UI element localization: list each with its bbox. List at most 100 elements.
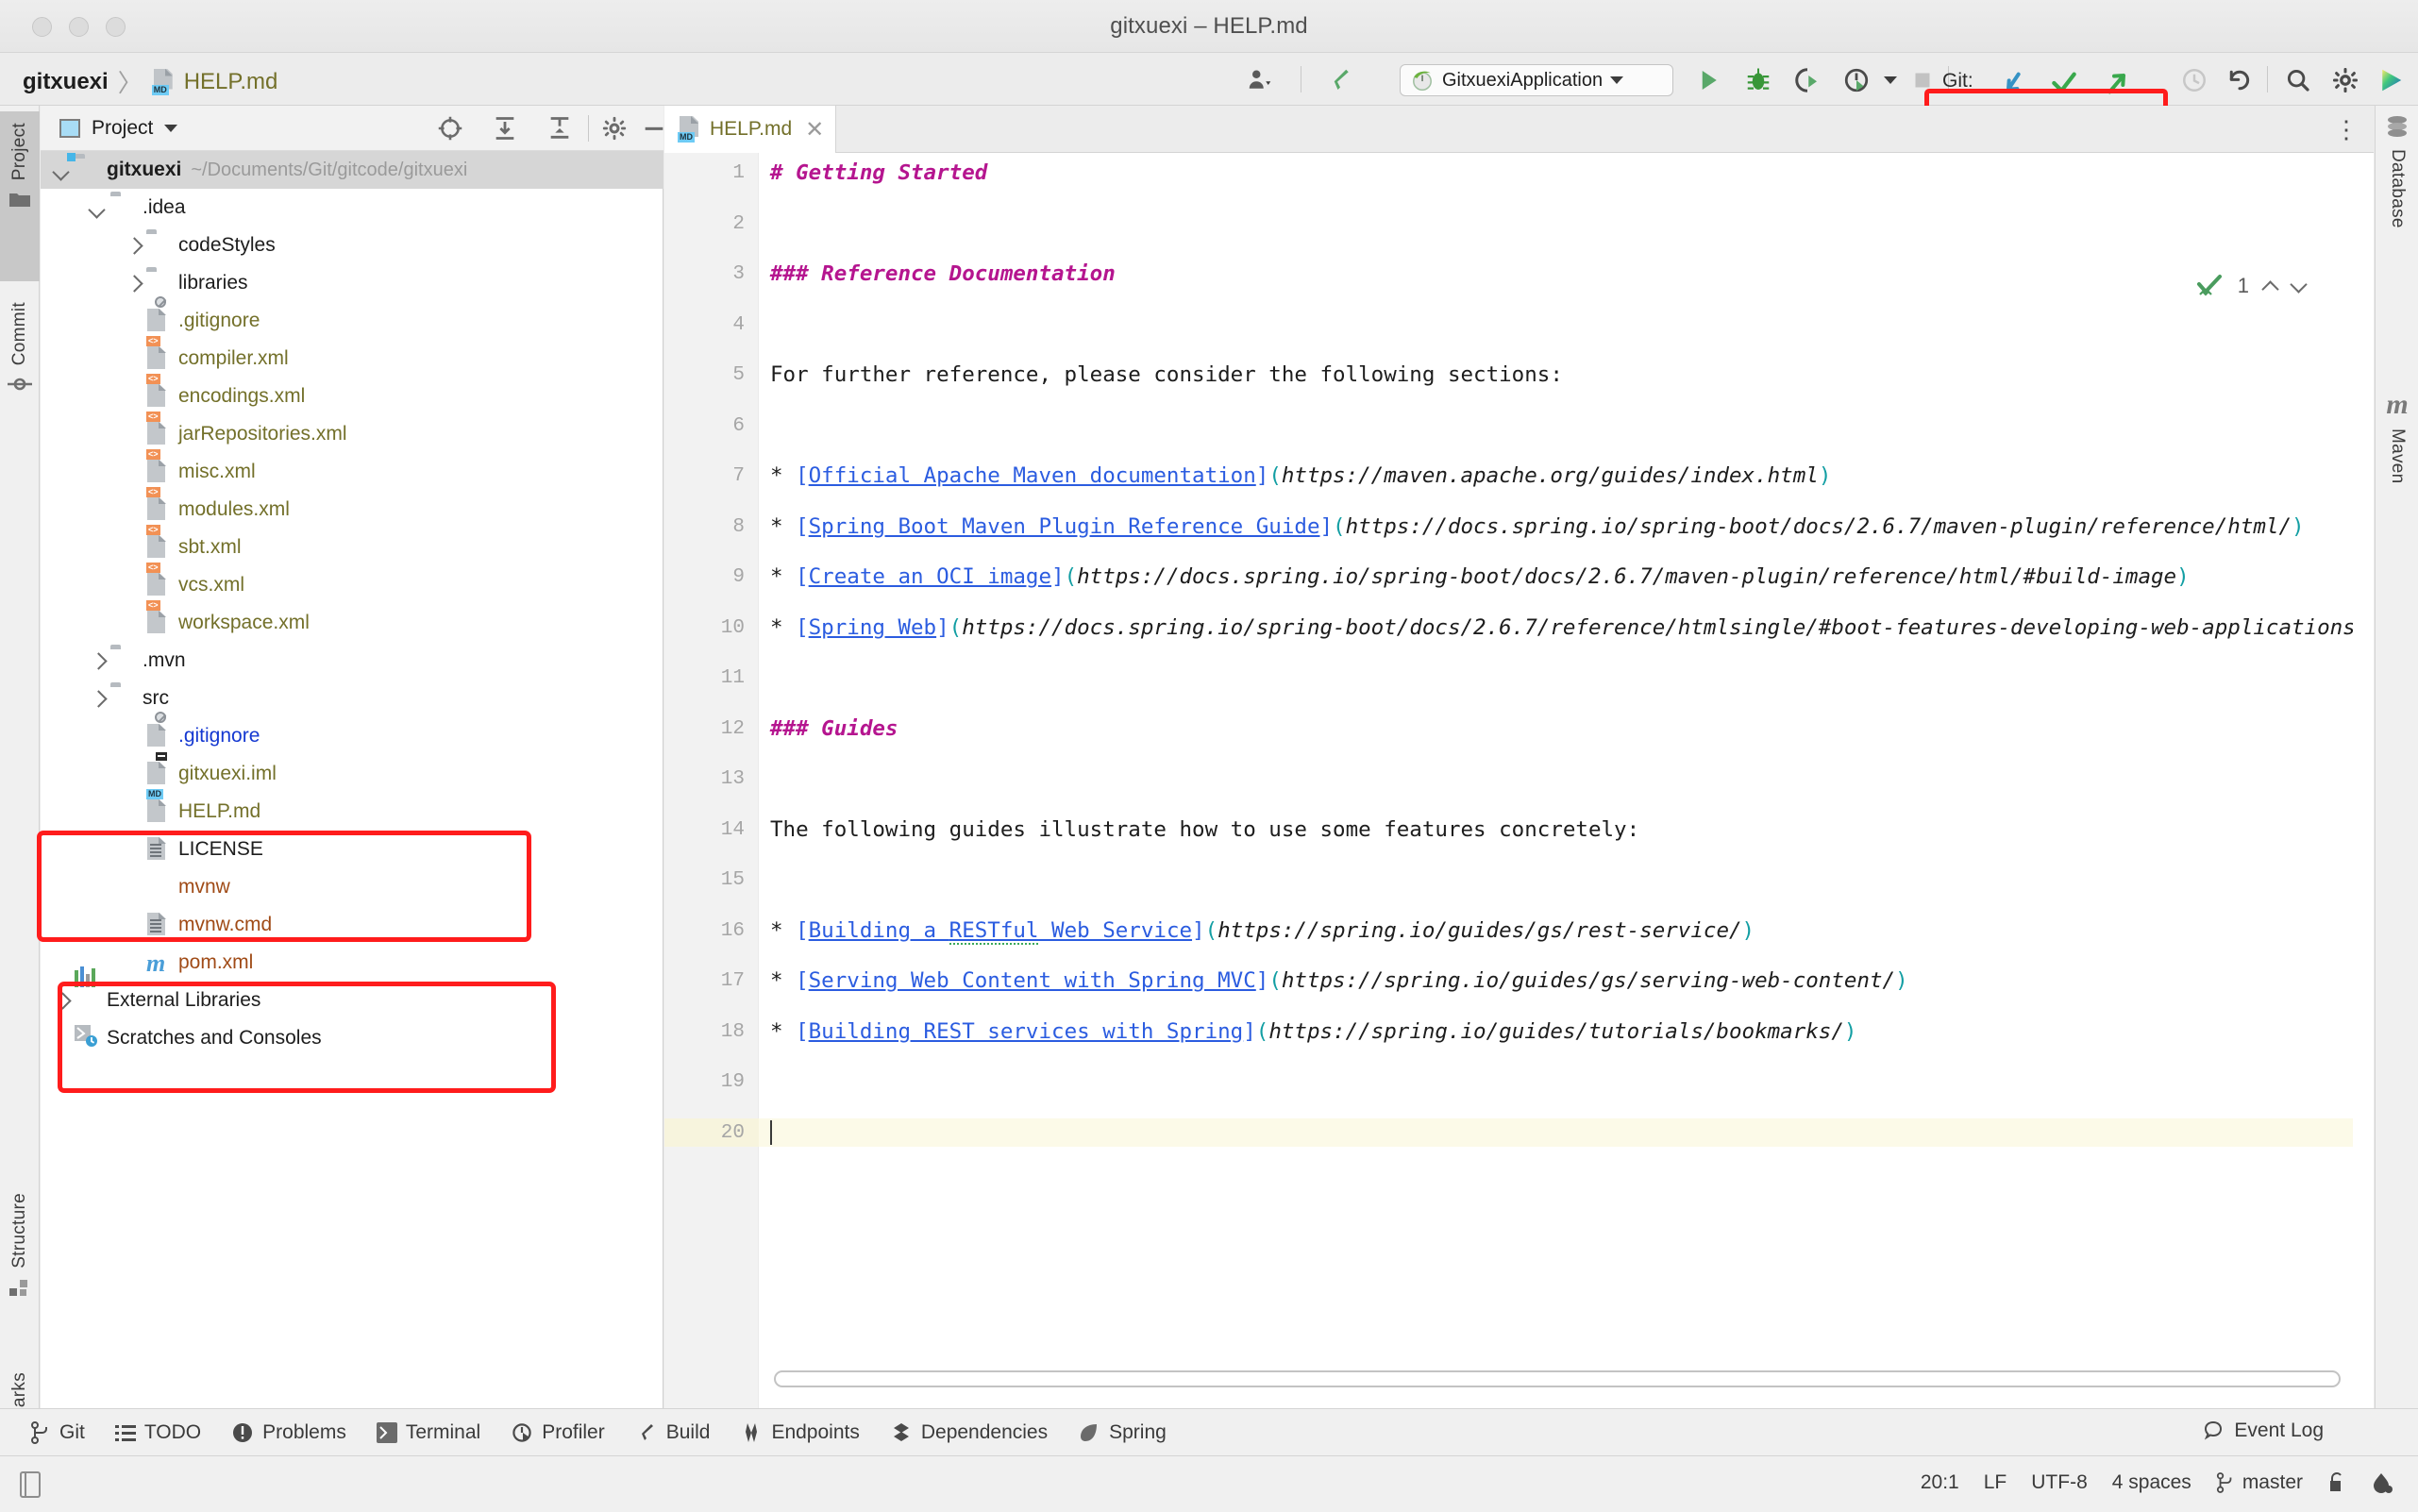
inspection-profile-icon[interactable] bbox=[2371, 1471, 2393, 1494]
minimize-icon[interactable] bbox=[641, 115, 667, 142]
sidebar-item-commit[interactable]: Commit bbox=[0, 291, 40, 470]
debug-bug-icon[interactable] bbox=[1744, 66, 1772, 94]
tree-node-jarrepositories-xml[interactable]: <> jarRepositories.xml bbox=[41, 412, 663, 453]
run-play-icon[interactable] bbox=[1694, 66, 1722, 94]
tree-node-workspace-xml[interactable]: <> workspace.xml bbox=[41, 600, 663, 642]
chevron-down-icon[interactable] bbox=[2291, 278, 2306, 294]
settings-gear-icon[interactable] bbox=[601, 115, 628, 142]
chevron-right-icon[interactable] bbox=[126, 276, 141, 291]
chevron-down-icon[interactable] bbox=[164, 124, 178, 132]
code-line[interactable]: * [Official Apache Maven documentation](… bbox=[770, 463, 1831, 489]
sidebar-item-project[interactable]: Project bbox=[0, 111, 40, 281]
more-options-icon[interactable]: ⋮ bbox=[2334, 115, 2360, 144]
editor-vertical-scrollbar[interactable] bbox=[2353, 153, 2374, 1414]
code-line[interactable]: For further reference, please consider t… bbox=[770, 362, 1563, 388]
tab-help-md[interactable]: MD HELP.md ✕ bbox=[664, 106, 837, 153]
tree-node-codestyles[interactable]: codeStyles bbox=[41, 227, 663, 264]
expand-all-icon[interactable] bbox=[492, 115, 518, 142]
project-tree[interactable]: gitxuexi ~/Documents/Git/gitcode/gitxuexi… bbox=[41, 151, 663, 1414]
run-coverage-icon[interactable] bbox=[1793, 66, 1822, 94]
code-line[interactable]: * [Create an OCI image](https://docs.spr… bbox=[770, 564, 2190, 590]
tree-node-help-md[interactable]: MD HELP.md bbox=[41, 789, 663, 831]
profiler-chevron-down-icon[interactable] bbox=[1884, 66, 1899, 94]
tool-button-dependencies[interactable]: Dependencies bbox=[890, 1421, 1048, 1444]
settings-gear-icon[interactable] bbox=[2331, 66, 2359, 94]
tree-node-misc-xml[interactable]: <> misc.xml bbox=[41, 449, 663, 491]
code-line[interactable]: ### Reference Documentation bbox=[770, 261, 1116, 287]
tree-node-sbt-xml[interactable]: <> sbt.xml bbox=[41, 525, 663, 566]
code-line[interactable]: * [Spring Boot Maven Plugin Reference Gu… bbox=[770, 514, 2305, 540]
chevron-right-icon[interactable] bbox=[90, 691, 105, 706]
tree-node-encodings-xml[interactable]: <> encodings.xml bbox=[41, 374, 663, 415]
code-line[interactable]: * [Serving Web Content with Spring MVC](… bbox=[770, 968, 1908, 994]
tree-node-license[interactable]: LICENSE bbox=[41, 831, 663, 868]
tree-node--gitignore[interactable]: .gitignore bbox=[41, 296, 663, 340]
tree-node-scratches-and-consoles[interactable]: Scratches and Consoles bbox=[41, 1019, 663, 1057]
read-only-lock-icon[interactable] bbox=[2327, 1471, 2346, 1494]
close-icon[interactable]: ✕ bbox=[805, 116, 824, 143]
code-line[interactable]: * [Building a RESTful Web Service](https… bbox=[770, 917, 1755, 945]
tool-button-todo[interactable]: TODO bbox=[114, 1421, 201, 1444]
profiler-icon[interactable] bbox=[1842, 66, 1871, 94]
tree-node--gitignore[interactable]: .gitignore bbox=[41, 712, 663, 755]
tool-button-build[interactable]: Build bbox=[635, 1421, 710, 1444]
code-line[interactable]: * [Spring Web](https://docs.spring.io/sp… bbox=[770, 615, 2368, 641]
user-dropdown-icon[interactable] bbox=[1246, 66, 1274, 94]
status-file-encoding[interactable]: UTF-8 bbox=[2031, 1471, 2088, 1494]
tool-button-terminal[interactable]: Terminal bbox=[376, 1421, 480, 1444]
tool-button-endpoints[interactable]: Endpoints bbox=[740, 1421, 860, 1444]
locate-target-icon[interactable] bbox=[437, 115, 463, 142]
tree-node-gitxuexi-iml[interactable]: gitxuexi.iml bbox=[41, 752, 663, 793]
tool-button-git[interactable]: Git bbox=[30, 1420, 85, 1444]
collapse-all-icon[interactable] bbox=[546, 115, 573, 142]
ide-assistant-icon[interactable] bbox=[2376, 66, 2405, 94]
tree-node--mvn[interactable]: .mvn bbox=[41, 642, 663, 680]
code-line[interactable]: The following guides illustrate how to u… bbox=[770, 817, 1639, 843]
tree-node-pom-xml[interactable]: m pom.xml bbox=[41, 944, 663, 982]
undo-icon[interactable] bbox=[2225, 66, 2254, 94]
tool-button-profiler[interactable]: Profiler bbox=[511, 1421, 605, 1444]
event-log-button[interactable]: Event Log bbox=[2202, 1420, 2324, 1442]
memory-indicator-icon[interactable] bbox=[17, 1470, 45, 1500]
chevron-right-icon[interactable] bbox=[54, 993, 69, 1008]
breadcrumb-project[interactable]: gitxuexi bbox=[23, 69, 109, 95]
git-commit-checkmark-icon[interactable] bbox=[2049, 68, 2077, 96]
chevron-up-icon[interactable] bbox=[2262, 278, 2277, 294]
breadcrumb-file[interactable]: HELP.md bbox=[184, 69, 278, 95]
tree-node-mvnw[interactable]: mvnw bbox=[41, 868, 663, 906]
inspections-widget[interactable]: 1 bbox=[2196, 274, 2306, 298]
run-configuration-selector[interactable]: GitxuexiApplication bbox=[1400, 64, 1673, 96]
chevron-right-icon[interactable] bbox=[126, 238, 141, 253]
tree-node-src[interactable]: src bbox=[41, 680, 663, 717]
git-update-project-icon[interactable] bbox=[1997, 68, 2025, 96]
tree-node-compiler-xml[interactable]: <> compiler.xml bbox=[41, 336, 663, 378]
tree-node-vcs-xml[interactable]: <> vcs.xml bbox=[41, 563, 663, 604]
editor-code-area[interactable]: # Getting Started ### Reference Documenta… bbox=[759, 153, 2374, 1414]
tree-node-external-libraries[interactable]: External Libraries bbox=[41, 966, 663, 1019]
build-hammer-icon[interactable] bbox=[1326, 66, 1354, 94]
tree-node-gitxuexi[interactable]: gitxuexi ~/Documents/Git/gitcode/gitxuexi bbox=[41, 151, 663, 189]
sidebar-item-structure[interactable]: Structure bbox=[0, 1182, 40, 1356]
sidebar-item-maven[interactable]: m Maven bbox=[2376, 389, 2418, 484]
status-line-separator[interactable]: LF bbox=[1984, 1471, 2007, 1494]
tree-node-modules-xml[interactable]: <> modules.xml bbox=[41, 487, 663, 529]
chevron-down-icon[interactable] bbox=[90, 200, 105, 215]
tool-button-spring[interactable]: Spring bbox=[1078, 1421, 1167, 1444]
git-push-arrow-icon[interactable] bbox=[2101, 68, 2129, 96]
status-indent[interactable]: 4 spaces bbox=[2112, 1471, 2191, 1494]
code-segment-bracket: ] bbox=[1319, 513, 1334, 539]
code-line[interactable]: * [Building REST services with Spring](h… bbox=[770, 1019, 1856, 1045]
tree-node-libraries[interactable]: libraries bbox=[41, 264, 663, 302]
status-git-branch[interactable]: master bbox=[2216, 1471, 2303, 1494]
chevron-down-icon[interactable] bbox=[54, 162, 69, 177]
sidebar-item-database[interactable]: Database bbox=[2376, 115, 2418, 228]
status-caret-position[interactable]: 20:1 bbox=[1921, 1471, 1959, 1494]
code-line[interactable]: # Getting Started bbox=[770, 160, 987, 186]
search-everywhere-icon[interactable] bbox=[2284, 66, 2312, 94]
code-line[interactable]: ### Guides bbox=[770, 716, 898, 742]
tool-button-problems[interactable]: Problems bbox=[231, 1421, 346, 1444]
tree-node-mvnw-cmd[interactable]: mvnw.cmd bbox=[41, 906, 663, 944]
tree-node--idea[interactable]: .idea bbox=[41, 189, 663, 227]
editor-horizontal-scrollbar[interactable] bbox=[774, 1370, 2341, 1387]
chevron-right-icon[interactable] bbox=[90, 653, 105, 668]
